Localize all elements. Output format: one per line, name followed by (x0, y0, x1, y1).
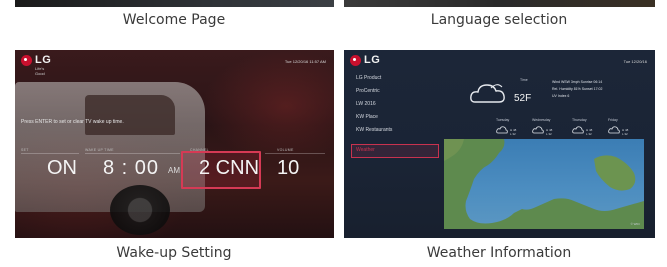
lg-logo: LG Life's Good (21, 54, 52, 76)
welcome-page-screenshot (15, 0, 334, 7)
forecast-low: L 32 (510, 132, 516, 136)
divider-set (21, 153, 79, 154)
forecast-low: L 32 (622, 132, 628, 136)
wakeup-screenshot: LG Life's Good Tue 12/20/16 11:57 AM Pre… (15, 50, 334, 238)
wakeup-time-value[interactable]: 8 : 00 (103, 157, 159, 180)
lg-logo-icon (350, 54, 361, 66)
forecast-temps-4: H 48 L 32 (622, 128, 628, 136)
forecast-low: L 32 (586, 132, 592, 136)
caption-wakeup: Wake-up Setting (116, 245, 232, 261)
forecast-cloud-icon (532, 126, 544, 134)
forecast-day-2: Wednesday (532, 118, 551, 122)
lg-logo-text: LG (35, 54, 52, 66)
forecast-temps-3: H 48 L 32 (586, 128, 592, 136)
cloudy-icon (470, 84, 505, 103)
map-attribution: © Wthr (630, 222, 640, 226)
forecast-temps-2: H 48 L 32 (546, 128, 552, 136)
menu-item-lw-2016[interactable]: LW 2016 (356, 101, 376, 107)
uv-index: UV Index 6 (552, 94, 570, 98)
lg-logo: LG (350, 54, 380, 66)
menu-item-lg-product[interactable]: LG Product (356, 75, 381, 81)
label-wake-up-time: WAKE UP TIME (85, 148, 114, 152)
caption-weather: Weather Information (426, 245, 572, 261)
menu-item-kw-place[interactable]: KW Place (356, 114, 378, 120)
weather-screenshot: LG Tue 12/20/16 LG Product ProCentric LW… (344, 50, 655, 238)
forecast-temps-1: H 48 L 32 (510, 128, 516, 136)
lg-tagline: Life's Good (35, 66, 45, 76)
weather-map[interactable]: © Wthr (444, 139, 644, 229)
divider-volume (265, 153, 325, 154)
forecast-day-4: Friday (608, 118, 618, 122)
car-window (85, 95, 175, 135)
forecast-low: L 32 (546, 132, 552, 136)
label-set: SET (21, 148, 29, 152)
menu-item-kw-restaurants[interactable]: KW Restaurants (356, 127, 392, 133)
humidity-sunset: Rel. Humidity 81% Sunset 17:02 (552, 87, 603, 91)
map-landmass (444, 139, 644, 229)
forecast-day-3: Thursday (572, 118, 587, 122)
caption-language: Language selection (430, 12, 568, 28)
menu-item-weather[interactable]: Weather (356, 147, 375, 153)
weather-timestamp: Tue 12/20/16 (623, 59, 647, 64)
wakeup-channel-value[interactable]: 2 CNN (199, 157, 259, 180)
forecast-cloud-icon (496, 126, 508, 134)
caption-welcome: Welcome Page (122, 12, 226, 28)
lg-logo-icon (21, 54, 32, 66)
divider-time (85, 153, 180, 154)
wakeup-toggle[interactable]: ON (47, 157, 77, 180)
wakeup-ampm[interactable]: AM (168, 166, 180, 175)
wakeup-prompt: Press ENTER to set or clear TV wake up t… (21, 119, 124, 125)
wind-sunrise: Wind WSW 3mph Sunrise 06:14 (552, 80, 603, 84)
wakeup-timestamp: Tue 12/20/16 11:57 AM (284, 59, 326, 64)
car-tire (110, 185, 170, 235)
menu-item-procentric[interactable]: ProCentric (356, 88, 380, 94)
wakeup-volume-value[interactable]: 10 (277, 157, 299, 180)
language-selection-screenshot (344, 0, 655, 7)
now-label: Time (520, 78, 528, 82)
forecast-day-1: Tuesday (496, 118, 510, 122)
lg-logo-text: LG (364, 54, 381, 66)
forecast-cloud-icon (608, 126, 620, 134)
forecast-cloud-icon (572, 126, 584, 134)
label-volume: VOLUME (277, 148, 294, 152)
current-temperature: 52F (514, 93, 532, 104)
